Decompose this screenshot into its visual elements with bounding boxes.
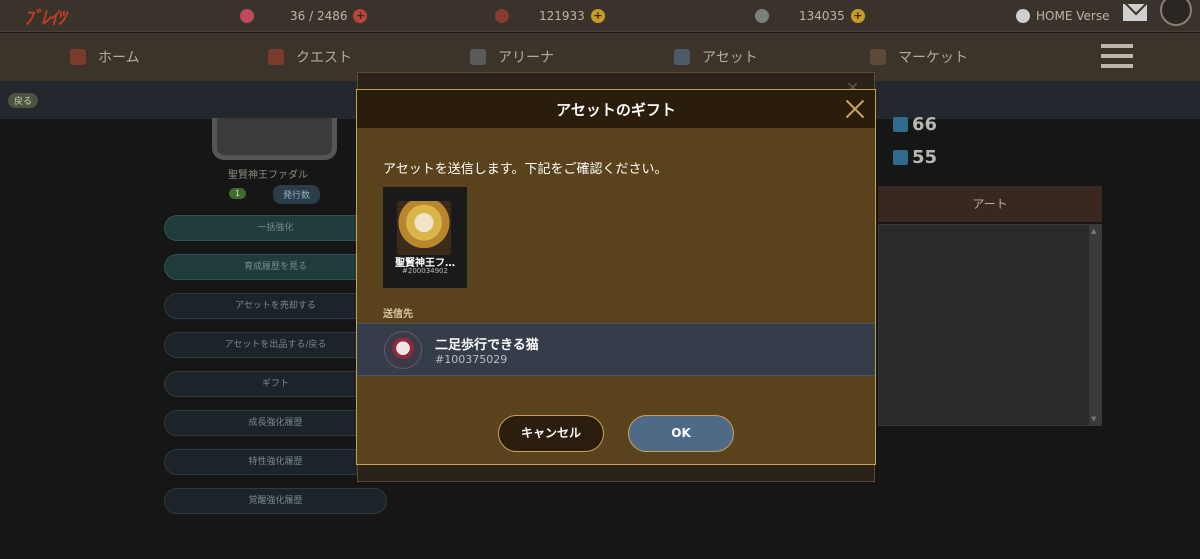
stat-icon xyxy=(893,117,908,132)
nav-item-home[interactable]: ホーム xyxy=(70,47,140,67)
user-avatar[interactable] xyxy=(1160,0,1192,26)
gem-stat: 134035 + xyxy=(755,0,865,32)
nav-item-asset[interactable]: アセット xyxy=(674,47,758,67)
add-stamina-icon[interactable]: + xyxy=(353,9,368,23)
stat-value-1: 66 xyxy=(893,114,937,135)
arena-icon xyxy=(470,49,486,65)
gift-asset-card: 聖賢神王フ… #200034902 xyxy=(383,187,467,288)
quest-icon xyxy=(268,49,284,65)
nav-item-arena[interactable]: アリーナ xyxy=(470,47,554,67)
recipient-section-label: 送信先 xyxy=(383,309,413,320)
confirmation-message: アセットを送信します。下記をご確認ください。 xyxy=(383,162,668,177)
close-icon[interactable] xyxy=(845,99,865,119)
art-panel-scrollbar[interactable] xyxy=(1089,225,1101,425)
nav-item-label: マーケット xyxy=(898,50,968,66)
asset-card-name: 聖賢神王ファダル xyxy=(228,170,308,181)
nav-item-label: クエスト xyxy=(296,50,352,66)
stat-value-2: 55 xyxy=(893,147,937,168)
home-icon xyxy=(70,49,86,65)
ok-button[interactable]: OK xyxy=(628,415,734,452)
dialog-title: アセットのギフト xyxy=(556,101,676,119)
level-badge: 1 xyxy=(229,188,247,199)
gem-value: 134035 xyxy=(799,9,845,23)
game-logo[interactable]: ﾌﾞﾚｲﾂ xyxy=(24,4,66,30)
asset-thumbnail xyxy=(397,201,451,255)
issue-count-badge: 発行数 xyxy=(273,185,321,204)
recipient-name: 二足歩行できる猫 xyxy=(435,338,539,353)
cancel-button[interactable]: キャンセル xyxy=(498,415,604,452)
stamina-value: 36 / 2486 xyxy=(290,9,348,23)
back-button[interactable]: 戻る xyxy=(8,93,39,108)
coin-value: 121933 xyxy=(539,9,585,23)
gift-dialog: アセットのギフト アセットを送信します。下記をご確認ください。 聖賢神王フ… #… xyxy=(356,89,876,465)
recipient-id: #100375029 xyxy=(435,353,508,366)
side-button-list[interactable]: アセットを出品する/戻る xyxy=(164,332,387,358)
top-status-bar: ﾌﾞﾚｲﾂ 36 / 2486 + 121933 + 134035 + HOME… xyxy=(0,0,1200,32)
side-button-awaken-history[interactable]: 覚醒強化履歴 xyxy=(164,488,387,514)
gem-icon xyxy=(755,9,769,23)
side-button-history[interactable]: 育成履歴を見る xyxy=(164,254,387,280)
asset-card-image xyxy=(212,118,337,160)
side-button-bulk-enhance[interactable]: 一括強化 xyxy=(164,215,387,241)
nav-item-label: ホーム xyxy=(98,50,140,66)
nav-item-label: アセット xyxy=(702,50,758,66)
hamburger-menu-icon[interactable] xyxy=(1101,44,1133,70)
market-icon xyxy=(870,49,886,65)
nav-item-label: アリーナ xyxy=(498,50,554,66)
add-gem-icon[interactable]: + xyxy=(850,9,865,23)
side-button-trait-history[interactable]: 特性強化履歴 xyxy=(164,449,387,475)
stat-icon xyxy=(893,150,908,165)
recipient-row: 二足歩行できる猫 #100375029 xyxy=(357,323,875,376)
stat-number: 66 xyxy=(912,114,938,135)
account-label: HOME Verse xyxy=(1036,9,1110,23)
nav-item-quest[interactable]: クエスト xyxy=(268,47,352,67)
coin-stat: 121933 + xyxy=(495,0,605,32)
asset-icon xyxy=(674,49,690,65)
side-button-growth-history[interactable]: 成長強化履歴 xyxy=(164,410,387,436)
dialog-header: アセットのギフト xyxy=(357,90,875,128)
asset-id: #200034902 xyxy=(402,267,448,275)
stamina-stat: 36 / 2486 + xyxy=(240,0,368,32)
add-coin-icon[interactable]: + xyxy=(590,9,605,23)
mail-icon[interactable] xyxy=(1123,4,1147,21)
heart-icon xyxy=(240,9,254,23)
side-button-gift[interactable]: ギフト xyxy=(164,371,387,397)
side-button-sell[interactable]: アセットを売却する xyxy=(164,293,387,319)
art-panel xyxy=(878,224,1102,426)
tab-art[interactable]: アート xyxy=(878,186,1102,222)
nav-item-market[interactable]: マーケット xyxy=(870,47,968,67)
coin-icon xyxy=(495,9,509,23)
recipient-avatar xyxy=(384,331,422,369)
stat-number: 55 xyxy=(912,147,938,168)
account-icon xyxy=(1016,9,1030,23)
account-chip[interactable]: HOME Verse xyxy=(1016,0,1109,32)
